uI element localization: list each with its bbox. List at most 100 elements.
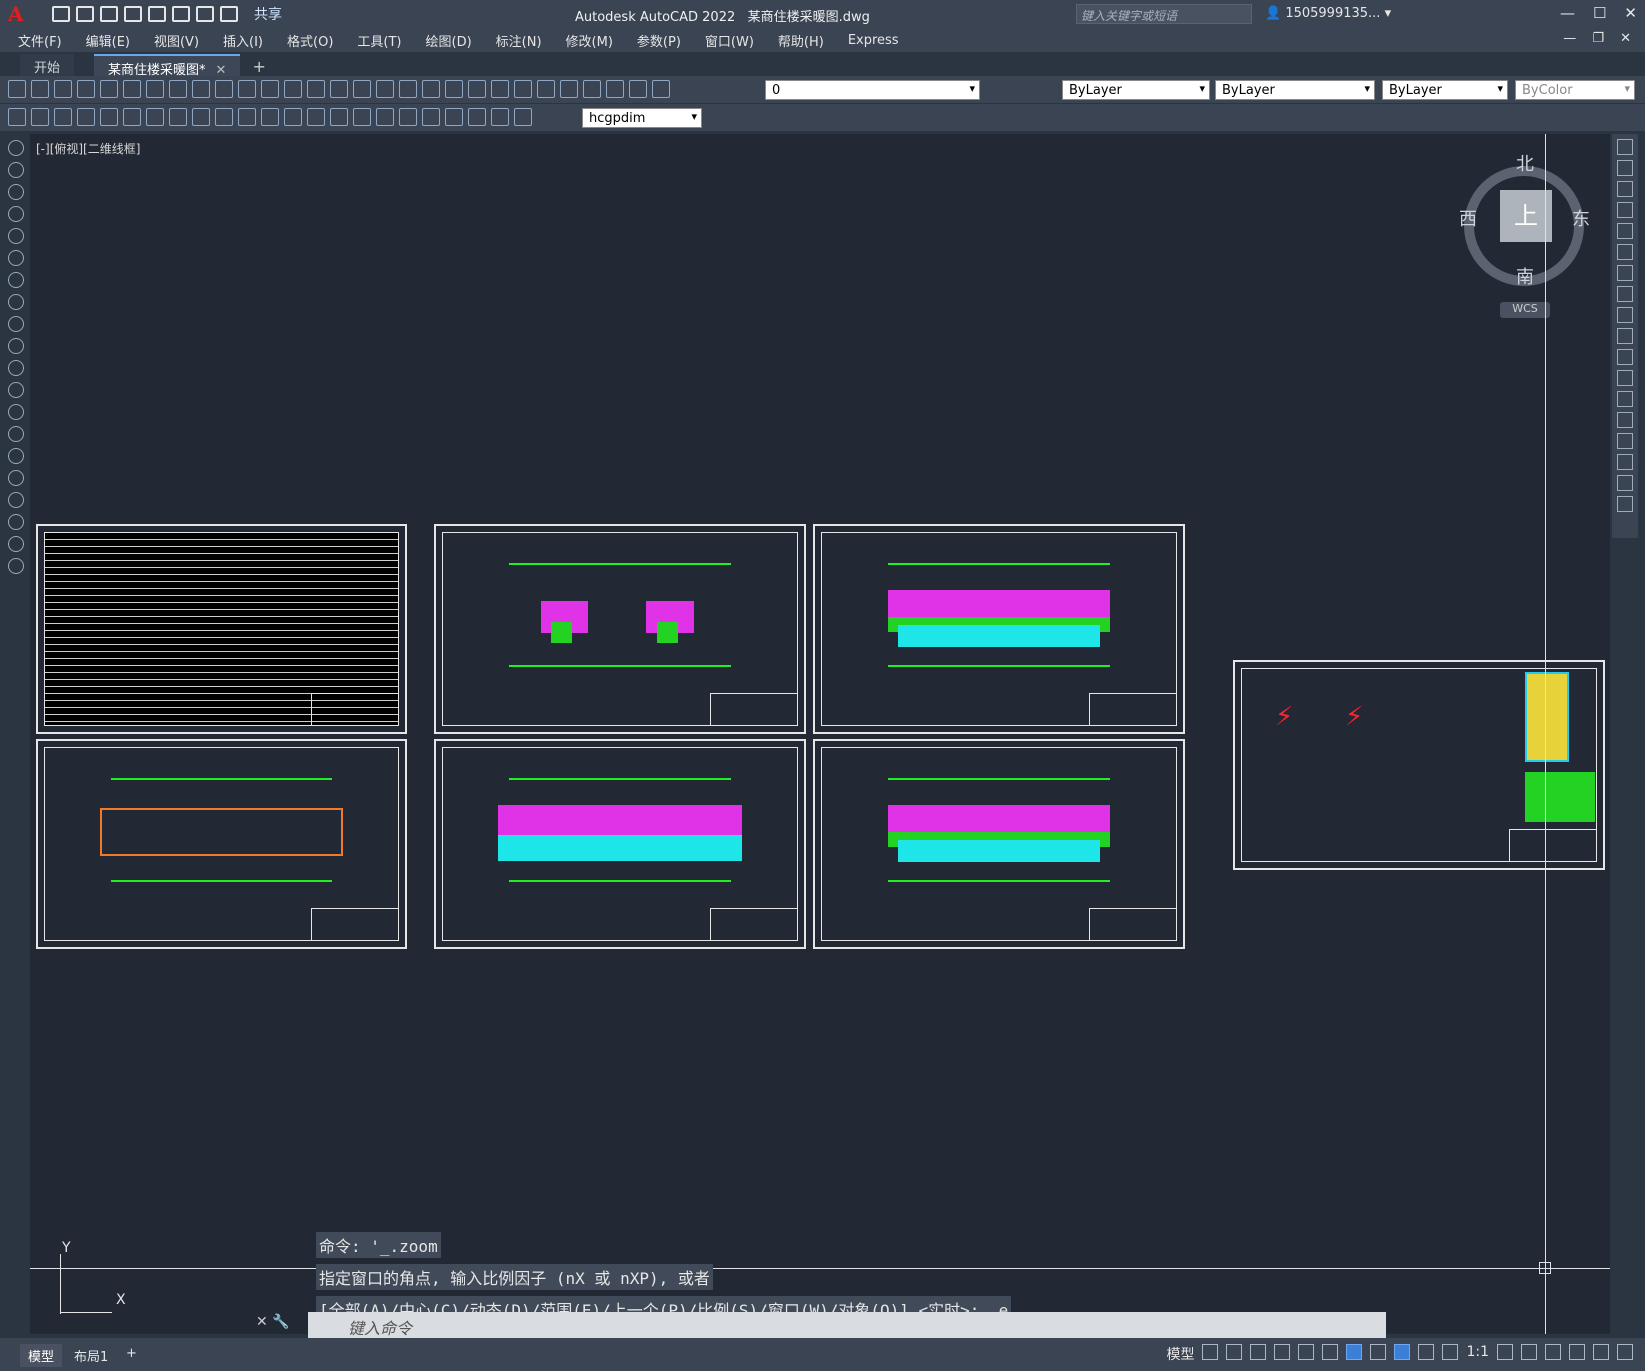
array-icon[interactable] xyxy=(1617,223,1633,239)
zoom-previous-icon[interactable] xyxy=(399,80,417,98)
undo-icon[interactable] xyxy=(284,80,302,98)
design-center-icon[interactable] xyxy=(445,80,463,98)
menu-window[interactable]: 窗口(W) xyxy=(705,31,754,50)
erase-icon[interactable] xyxy=(1617,139,1633,155)
hardware-accel-icon[interactable] xyxy=(1569,1344,1585,1360)
hatch-icon[interactable] xyxy=(8,448,24,464)
tab-drawing[interactable]: 某商住楼采暖图* ✕ xyxy=(94,54,241,78)
sheet-system-diagram[interactable]: ⚡ ⚡ xyxy=(1233,660,1605,870)
isodraft-icon[interactable] xyxy=(1298,1344,1315,1360)
break-icon[interactable] xyxy=(1617,391,1633,407)
point-icon[interactable] xyxy=(8,426,24,442)
add-layout-button[interactable]: + xyxy=(118,1344,145,1363)
scale-indicator[interactable]: 1:1 xyxy=(1466,1344,1489,1364)
fillet-icon[interactable] xyxy=(1617,454,1633,470)
menu-format[interactable]: 格式(O) xyxy=(287,31,333,50)
mirror-icon[interactable] xyxy=(1617,181,1633,197)
save-as-icon[interactable] xyxy=(124,6,142,22)
open-icon[interactable] xyxy=(31,80,49,98)
xref-icon[interactable] xyxy=(8,108,26,126)
revcloud-icon[interactable] xyxy=(8,294,24,310)
minimize-button[interactable]: — xyxy=(1560,4,1575,22)
share-button[interactable]: 共享 xyxy=(254,4,282,24)
dimstyle-dropdown[interactable]: hcgpdim xyxy=(582,108,702,128)
continue-dim-icon[interactable] xyxy=(307,108,325,126)
sheet-floor-plan-5[interactable] xyxy=(813,739,1185,949)
aligned-dim-icon[interactable] xyxy=(100,108,118,126)
break-point-icon[interactable] xyxy=(1617,370,1633,386)
arc-dim-icon[interactable] xyxy=(123,108,141,126)
clean-screen-icon[interactable] xyxy=(1593,1344,1609,1360)
cut-icon[interactable] xyxy=(169,80,187,98)
copy-object-icon[interactable] xyxy=(1617,160,1633,176)
command-input[interactable]: 键入命令 xyxy=(308,1312,1386,1338)
isolate-icon[interactable] xyxy=(1545,1344,1561,1360)
help-icon[interactable] xyxy=(560,80,578,98)
construction-line-icon[interactable] xyxy=(8,162,24,178)
undo-icon[interactable] xyxy=(196,6,214,22)
sheetset-icon[interactable] xyxy=(491,80,509,98)
web-icon[interactable] xyxy=(146,80,164,98)
add-selected-icon[interactable] xyxy=(8,558,24,574)
tab-start[interactable]: 开始 xyxy=(20,54,75,76)
document-window-controls[interactable]: — ❐ ✕ xyxy=(1563,31,1637,46)
center-mark-icon[interactable] xyxy=(399,108,417,126)
compass-west[interactable]: 西 xyxy=(1459,205,1477,231)
menu-tools[interactable]: 工具(T) xyxy=(357,31,401,50)
tab-layout1[interactable]: 布局1 xyxy=(66,1344,116,1367)
preview-icon[interactable] xyxy=(100,80,118,98)
menu-help[interactable]: 帮助(H) xyxy=(778,31,824,50)
layer-icon[interactable] xyxy=(583,80,601,98)
menu-draw[interactable]: 绘图(D) xyxy=(426,31,472,50)
annotation-scale-icon[interactable] xyxy=(1442,1344,1459,1360)
compass-east[interactable]: 东 xyxy=(1572,205,1590,231)
dim-text-icon[interactable] xyxy=(491,108,509,126)
polygon-icon[interactable] xyxy=(8,206,24,222)
explode-icon[interactable] xyxy=(1617,496,1633,512)
diameter-dim-icon[interactable] xyxy=(215,108,233,126)
new-icon[interactable] xyxy=(8,80,26,98)
print-icon[interactable] xyxy=(172,6,190,22)
blend-icon[interactable] xyxy=(1617,475,1633,491)
sun-icon[interactable] xyxy=(629,80,647,98)
region-icon[interactable] xyxy=(8,492,24,508)
publish-icon[interactable] xyxy=(123,80,141,98)
lineweight-icon[interactable] xyxy=(1370,1344,1387,1360)
join-icon[interactable] xyxy=(1617,412,1633,428)
rectangle-icon[interactable] xyxy=(8,228,24,244)
radius-dim-icon[interactable] xyxy=(169,108,187,126)
copy-icon[interactable] xyxy=(192,80,210,98)
autoscale-icon[interactable] xyxy=(1418,1344,1435,1360)
compass-north[interactable]: 北 xyxy=(1516,150,1534,176)
polyline-icon[interactable] xyxy=(8,184,24,200)
move-icon[interactable] xyxy=(1617,244,1633,260)
text-icon[interactable] xyxy=(8,536,24,552)
otrack-icon[interactable] xyxy=(1322,1344,1339,1360)
viewport-label[interactable]: [-][俯视][二维线框] xyxy=(36,140,140,157)
arc-icon[interactable] xyxy=(8,250,24,266)
open-icon[interactable] xyxy=(76,6,94,22)
sheet-design-notes[interactable] xyxy=(36,524,407,734)
polar-icon[interactable] xyxy=(1274,1344,1291,1360)
tool-palette-icon[interactable] xyxy=(468,80,486,98)
menu-insert[interactable]: 插入(I) xyxy=(223,31,263,50)
customize-icon[interactable] xyxy=(1617,1344,1633,1360)
gear-icon[interactable] xyxy=(1497,1344,1513,1360)
plus-icon[interactable] xyxy=(1521,1344,1537,1360)
menu-edit[interactable]: 编辑(E) xyxy=(86,31,130,50)
bulb-icon[interactable] xyxy=(606,80,624,98)
lineweight-dropdown[interactable]: ByLayer xyxy=(1382,80,1508,100)
annotation-visibility-icon[interactable] xyxy=(1394,1344,1411,1360)
image-icon[interactable] xyxy=(31,108,49,126)
trim-icon[interactable] xyxy=(1617,328,1633,344)
model-space-button[interactable]: 模型 xyxy=(1166,1344,1194,1364)
gradient-icon[interactable] xyxy=(8,470,24,486)
dim-edit-icon[interactable] xyxy=(468,108,486,126)
menu-parametric[interactable]: 参数(P) xyxy=(637,31,681,50)
zoom-window-icon[interactable] xyxy=(376,80,394,98)
plot-icon[interactable] xyxy=(148,6,166,22)
jogged-linear-icon[interactable] xyxy=(445,108,463,126)
tab-model[interactable]: 模型 xyxy=(20,1344,63,1367)
insert-block-icon[interactable] xyxy=(8,382,24,398)
table-icon[interactable] xyxy=(8,514,24,530)
